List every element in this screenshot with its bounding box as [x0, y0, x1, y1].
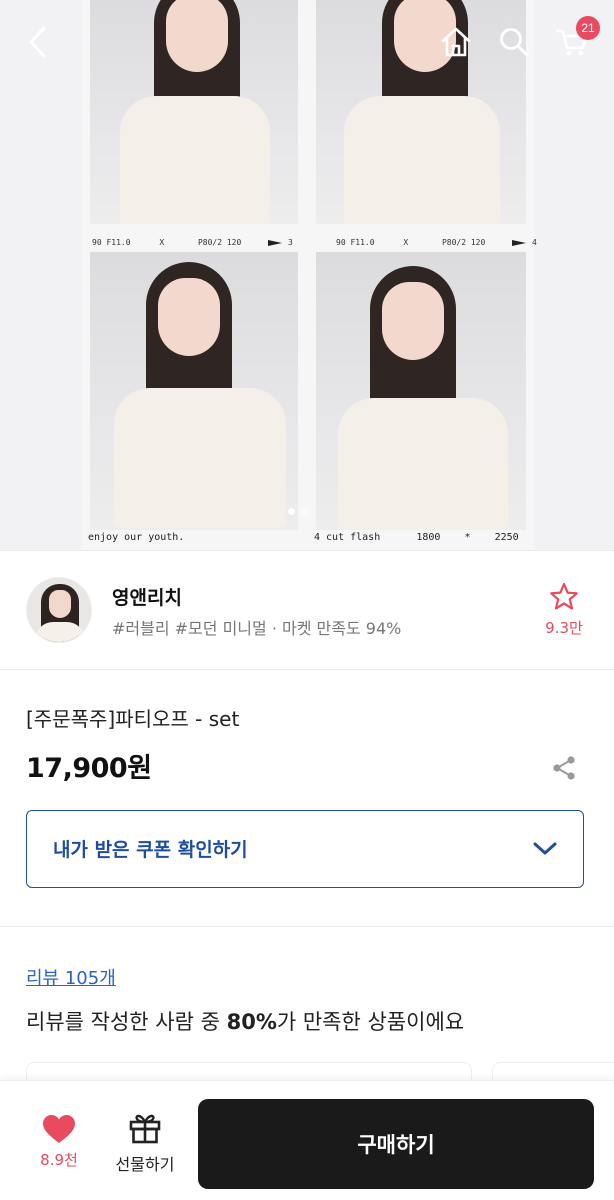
- product-price: 17,900원: [26, 753, 152, 784]
- photo-frame-4: [316, 252, 526, 530]
- gift-icon: [129, 1114, 161, 1144]
- back-button[interactable]: [18, 22, 58, 62]
- frame-number-1: 3: [288, 238, 293, 247]
- coupon-label: 내가 받은 쿠폰 확인하기: [53, 839, 248, 861]
- page-dot-active[interactable]: [288, 508, 295, 515]
- caption-right: 4 cut flash 1800 * 2250: [314, 532, 519, 543]
- search-icon: [500, 28, 529, 57]
- caption-left: enjoy our youth.: [88, 532, 185, 543]
- buy-button[interactable]: 구매하기: [198, 1099, 594, 1189]
- star-icon: [550, 582, 578, 610]
- seller-section[interactable]: 영앤리치 #러블리 #모던 미니멀 · 마켓 만족도 94% 9.3만: [0, 550, 614, 670]
- gift-label: 선물하기: [115, 1155, 175, 1174]
- share-button[interactable]: [546, 750, 582, 786]
- photo-frame-1: [90, 0, 298, 224]
- product-title: [주문폭주]파티오프 - set: [26, 707, 240, 731]
- home-icon: [441, 27, 471, 57]
- seller-avatar[interactable]: [26, 577, 92, 643]
- photo-frame-3: [90, 252, 298, 530]
- photo-sheet: 90 F11.0 X P80/2 120 3 90 F11.0 X P80/2 …: [82, 0, 537, 550]
- follow-count: 9.3만: [545, 619, 583, 637]
- home-button[interactable]: [436, 22, 476, 62]
- film-arrow-icon: [268, 240, 282, 246]
- review-summary-prefix: 리뷰를 작성한 사람 중: [26, 1010, 227, 1034]
- frame-label-1: 90 F11.0 X P80/2 120: [92, 238, 242, 247]
- chevron-down-icon: [531, 835, 559, 863]
- search-button[interactable]: [494, 22, 534, 62]
- film-arrow-icon: [512, 240, 526, 246]
- gift-button[interactable]: 선물하기: [104, 1111, 186, 1183]
- seller-name[interactable]: 영앤리치: [112, 583, 182, 610]
- follow-star-button[interactable]: [544, 581, 584, 617]
- coupon-dropdown[interactable]: 내가 받은 쿠폰 확인하기: [26, 810, 584, 888]
- cart-count-badge: 21: [576, 16, 600, 40]
- review-summary-percent: 80%: [226, 1010, 277, 1034]
- review-count-link[interactable]: 리뷰 105개: [26, 964, 116, 990]
- seller-tags: #러블리 #모던 미니멀 · 마켓 만족도 94%: [112, 619, 402, 638]
- gallery-pagination: [288, 508, 308, 515]
- like-count: 8.9천: [40, 1151, 78, 1169]
- review-summary-suffix: 가 만족한 상품이에요: [276, 1010, 465, 1034]
- chevron-left-icon: [29, 26, 46, 58]
- product-image-gallery[interactable]: 90 F11.0 X P80/2 120 3 90 F11.0 X P80/2 …: [0, 0, 614, 550]
- review-summary: 리뷰를 작성한 사람 중 80%가 만족한 상품이에요: [26, 1006, 464, 1036]
- bottom-action-bar: 8.9천 선물하기 구매하기: [0, 1080, 614, 1200]
- frame-number-2: 4: [532, 238, 537, 247]
- page-dot[interactable]: [301, 508, 308, 515]
- frame-label-2: 90 F11.0 X P80/2 120: [336, 238, 486, 247]
- like-button[interactable]: 8.9천: [30, 1113, 88, 1183]
- share-icon: [553, 756, 575, 780]
- section-divider: [0, 926, 614, 927]
- heart-icon: [43, 1115, 75, 1143]
